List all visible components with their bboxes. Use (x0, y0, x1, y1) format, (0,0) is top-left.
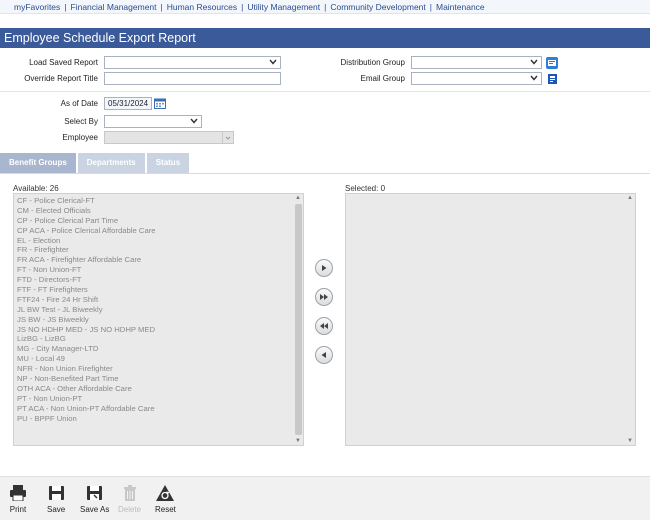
list-item[interactable]: NFR - Non Union Firefighter (17, 364, 300, 374)
list-item[interactable]: PU - BPPF Union (17, 414, 300, 424)
nav-myfavorites[interactable]: myFavorites (14, 2, 60, 12)
employee-select[interactable] (104, 131, 234, 144)
scroll-down-icon[interactable]: ▼ (627, 438, 633, 444)
scrollbar-thumb[interactable] (295, 204, 302, 435)
load-saved-report-select[interactable] (104, 56, 281, 69)
chevron-down-icon (222, 132, 233, 143)
nav-separator: | (429, 2, 432, 12)
floppy-disk-icon (48, 486, 64, 500)
available-list[interactable]: CF - Police Clerical-FT CM - Elected Offi… (13, 193, 304, 446)
list-item[interactable]: CP - Police Clerical Part Time (17, 216, 300, 226)
nav-utility-management[interactable]: Utility Management (247, 2, 320, 12)
email-group-label: Email Group (360, 74, 405, 83)
list-item[interactable]: FR ACA - Firefighter Affordable Care (17, 255, 300, 265)
list-item[interactable]: FTF - FT Firefighters (17, 285, 300, 295)
reset-button[interactable]: Reset (155, 485, 176, 514)
printer-icon (10, 485, 26, 501)
play-icon (322, 265, 327, 271)
nav-community-development[interactable]: Community Development (330, 2, 425, 12)
list-item[interactable]: MU - Local 49 (17, 354, 300, 364)
selected-list[interactable]: ▲ ▼ (345, 193, 636, 446)
as-of-date-label: As of Date (60, 99, 98, 108)
trash-icon (123, 485, 136, 501)
list-item[interactable]: EL - Election (17, 236, 300, 246)
list-item[interactable]: FR - Firefighter (17, 245, 300, 255)
list-item[interactable]: PT - Non Union-PT (17, 394, 300, 404)
move-left-button[interactable] (315, 346, 333, 364)
nav-separator: | (64, 2, 67, 12)
save-label: Save (47, 505, 66, 514)
fast-forward-icon (320, 294, 328, 300)
list-item[interactable]: CP ACA - Police Clerical Affordable Care (17, 226, 300, 236)
nav-maintenance[interactable]: Maintenance (436, 2, 485, 12)
move-all-left-button[interactable] (315, 317, 333, 335)
distribution-group-select[interactable] (411, 56, 542, 69)
list-item[interactable]: FTD - Directors-FT (17, 275, 300, 285)
reset-label: Reset (155, 505, 176, 514)
delete-label: Delete (118, 505, 142, 514)
list-item[interactable]: CM - Elected Officials (17, 206, 300, 216)
distribution-group-icon[interactable] (546, 56, 558, 69)
nav-financial-management[interactable]: Financial Management (71, 2, 157, 12)
print-button[interactable]: Print (9, 485, 27, 514)
tab-status[interactable]: Status (146, 153, 190, 173)
list-item[interactable]: LizBG - LizBG (17, 334, 300, 344)
email-group-icon[interactable] (546, 72, 558, 85)
floppy-disk-edit-icon (87, 486, 103, 500)
list-item[interactable]: JS NO HDHP MED - JS NO HDHP MED (17, 325, 300, 335)
chevron-down-icon (530, 73, 538, 85)
override-report-title-input[interactable] (104, 72, 281, 85)
tab-panel: Available: 26 Selected: 0 CF - Police Cl… (0, 173, 650, 457)
employee-label: Employee (62, 133, 98, 142)
page-title: Employee Schedule Export Report (0, 28, 650, 48)
list-item[interactable]: MG - City Manager-LTD (17, 344, 300, 354)
play-left-icon (321, 352, 326, 358)
rewind-icon (320, 323, 328, 329)
override-report-title-label: Override Report Title (24, 74, 98, 83)
move-right-button[interactable] (315, 259, 333, 277)
chevron-down-icon (269, 57, 277, 69)
list-item[interactable]: FTF24 - Fire 24 Hr Shift (17, 295, 300, 305)
list-item[interactable]: OTH ACA - Other Affordable Care (17, 384, 300, 394)
bottom-toolbar: Print Save Save As Delete Reset (0, 476, 650, 520)
available-count-label: Available: 26 (13, 184, 59, 193)
email-group-select[interactable] (411, 72, 542, 85)
list-item[interactable]: FT - Non Union-FT (17, 265, 300, 275)
scroll-down-icon[interactable]: ▼ (295, 438, 301, 444)
as-of-date-input[interactable]: 05/31/2024 (104, 97, 152, 110)
chevron-down-icon (190, 116, 198, 128)
selected-list-scrollbar[interactable]: ▲ ▼ (626, 194, 635, 445)
print-label: Print (9, 505, 27, 514)
reset-icon (156, 485, 175, 501)
select-by-select[interactable] (104, 115, 202, 128)
list-item[interactable]: PT ACA - Non Union-PT Affordable Care (17, 404, 300, 414)
scroll-up-icon[interactable]: ▲ (295, 195, 301, 201)
nav-separator: | (160, 2, 163, 12)
list-item[interactable]: CF - Police Clerical-FT (17, 196, 300, 206)
tab-benefit-groups[interactable]: Benefit Groups (0, 153, 76, 173)
save-as-button[interactable]: Save As (80, 485, 109, 514)
save-button[interactable]: Save (47, 485, 65, 514)
selected-count-label: Selected: 0 (345, 184, 386, 193)
available-list-scrollbar[interactable]: ▲ ▼ (294, 194, 303, 445)
chevron-down-icon (530, 57, 538, 69)
delete-button[interactable]: Delete (118, 485, 141, 514)
list-item[interactable]: JS BW - JS Biweekly (17, 315, 300, 325)
tab-departments[interactable]: Departments (77, 153, 145, 173)
list-item[interactable]: JL BW Test - JL Biweekly (17, 305, 300, 315)
move-all-right-button[interactable] (315, 288, 333, 306)
nav-human-resources[interactable]: Human Resources (167, 2, 237, 12)
load-saved-report-label: Load Saved Report (29, 58, 98, 67)
top-navigation: myFavorites | Financial Management | Human R… (0, 0, 650, 14)
save-as-label: Save As (80, 505, 110, 514)
select-by-label: Select By (64, 117, 98, 126)
list-item[interactable]: NP - Non-Benefited Part Time (17, 374, 300, 384)
scroll-up-icon[interactable]: ▲ (627, 195, 633, 201)
tab-bar: Benefit Groups Departments Status (0, 153, 191, 173)
nav-separator: | (324, 2, 327, 12)
distribution-group-label: Distribution Group (340, 58, 405, 67)
nav-separator: | (241, 2, 244, 12)
calendar-icon[interactable] (154, 98, 166, 110)
form-divider (0, 91, 650, 92)
